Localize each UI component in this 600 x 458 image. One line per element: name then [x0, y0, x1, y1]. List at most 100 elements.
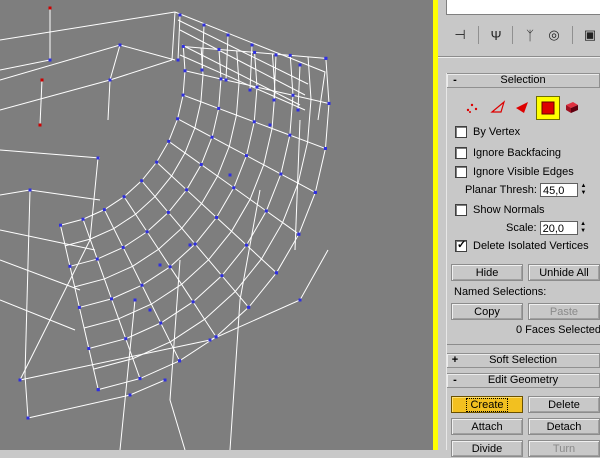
mesh-vertex	[178, 359, 182, 363]
scale-input[interactable]: 20,0	[539, 221, 578, 235]
checkbox-box[interactable]	[455, 204, 467, 216]
face-icon[interactable]	[512, 97, 532, 117]
mesh-edge	[0, 59, 173, 111]
mesh-vertex	[159, 321, 163, 325]
checkbox-box[interactable]	[455, 147, 467, 159]
mesh-edge	[179, 54, 306, 111]
mesh-edge	[225, 34, 229, 81]
mesh-vertex	[324, 56, 328, 60]
checkbox-box[interactable]	[455, 126, 467, 138]
mesh-vertex	[145, 230, 149, 234]
mesh-vertex	[191, 300, 195, 304]
by-vertex-checkbox[interactable]: By Vertex	[455, 125, 520, 139]
mesh-vertex	[168, 265, 172, 269]
create-tab[interactable]: ⊣	[448, 24, 472, 46]
mesh-vertex	[178, 13, 182, 17]
delete-button[interactable]: Delete	[528, 396, 600, 413]
element-icon[interactable]	[562, 97, 582, 117]
checkbox-label: Ignore Backfacing	[473, 147, 562, 159]
button-label: Create	[466, 398, 508, 412]
edge-icon[interactable]	[488, 97, 508, 117]
perspective-viewport[interactable]	[0, 0, 433, 450]
mesh-edge	[24, 189, 31, 419]
spinner-arrows[interactable]: ▲ ▼	[580, 221, 587, 235]
checkbox-box[interactable]	[455, 166, 467, 178]
mesh-edge	[171, 11, 176, 61]
collapse-icon: -	[453, 74, 457, 86]
checkbox-label: Ignore Visible Edges	[473, 166, 574, 178]
motion-tab[interactable]: ◎	[542, 24, 566, 46]
mesh-vertex	[323, 147, 327, 151]
copy-button[interactable]: Copy	[451, 303, 523, 320]
mesh-vertex	[166, 210, 170, 214]
mesh-vertex	[288, 53, 292, 57]
mesh-vertex	[96, 156, 100, 160]
mesh-vertex	[140, 283, 144, 287]
hide-button[interactable]: Hide	[451, 264, 523, 281]
mesh-edge	[0, 11, 176, 41]
delete-isolated-vertices-checkbox[interactable]: ✓ Delete Isolated Vertices	[455, 239, 589, 253]
show-normals-checkbox[interactable]: Show Normals	[455, 203, 545, 217]
mesh-vertex	[224, 78, 228, 82]
attach-button[interactable]: Attach	[451, 418, 523, 435]
ignore-visible-edges-checkbox[interactable]: Ignore Visible Edges	[455, 165, 574, 179]
mesh-vertex	[148, 308, 152, 312]
mesh-vertex	[163, 378, 167, 382]
mesh-vertex	[28, 188, 32, 192]
mesh-vertex	[217, 47, 221, 51]
polygon-icon[interactable]	[536, 96, 560, 120]
mesh-edge	[297, 64, 301, 111]
mesh-vertex	[248, 88, 252, 92]
edit-geometry-rollout-header[interactable]: - Edit Geometry	[446, 373, 600, 388]
planar-thresh-input[interactable]: 45,0	[539, 183, 578, 197]
checkbox-box[interactable]: ✓	[455, 239, 467, 252]
create-button[interactable]: Create	[451, 396, 523, 413]
mesh-vertex	[202, 23, 206, 27]
vertex-icon[interactable]	[462, 97, 482, 117]
divide-button[interactable]: Divide	[451, 440, 523, 457]
wireframe-mesh	[0, 6, 331, 450]
mesh-vertex	[26, 416, 30, 420]
mesh-vertex	[81, 217, 85, 221]
mesh-vertex	[121, 245, 125, 249]
paste-button[interactable]: Paste	[528, 303, 600, 320]
mesh-vertex	[327, 101, 331, 105]
mesh-vertex	[215, 215, 219, 219]
object-name-field[interactable]	[446, 0, 600, 15]
mesh-vertex	[313, 190, 317, 194]
mesh-vertex	[279, 172, 283, 176]
mesh-edge	[169, 259, 186, 450]
modify-tab[interactable]: Ψ	[484, 24, 508, 46]
mesh-edge	[83, 53, 276, 329]
hierarchy-tab[interactable]: ᛉ	[518, 24, 542, 46]
detach-button[interactable]: Detach	[528, 418, 600, 435]
mesh-edge	[119, 299, 136, 450]
mesh-vertex	[264, 209, 268, 213]
check-icon: ✓	[457, 239, 467, 251]
unhide-all-button[interactable]: Unhide All	[528, 264, 600, 281]
mesh-vertex	[68, 264, 72, 268]
mesh-edge	[74, 50, 240, 288]
mesh-vertex	[167, 139, 171, 143]
ignore-backfacing-checkbox[interactable]: Ignore Backfacing	[455, 146, 561, 160]
mesh-vertex	[208, 338, 212, 342]
mesh-vertex	[232, 186, 236, 190]
mesh-vertex	[87, 347, 91, 351]
mesh-vertex	[96, 388, 100, 392]
selection-status: 0 Faces Selected	[516, 324, 600, 336]
mesh-vertex	[185, 188, 189, 192]
turn-button[interactable]: Turn	[528, 440, 600, 457]
mesh-edge	[0, 299, 76, 331]
mesh-vertex	[250, 43, 254, 47]
mesh-vertex	[228, 173, 232, 177]
mesh-vertex	[102, 208, 106, 212]
display-tab[interactable]: ▣	[578, 24, 600, 46]
spinner-arrows[interactable]: ▲ ▼	[580, 183, 587, 197]
soft-selection-rollout-header[interactable]: + Soft Selection	[446, 353, 600, 368]
motion-icon: ◎	[548, 27, 560, 42]
mesh-vertex	[252, 120, 256, 124]
selection-rollout-header[interactable]: - Selection	[446, 73, 600, 88]
mesh-vertex	[188, 243, 192, 247]
mesh-vertex	[210, 135, 214, 139]
mesh-vertex	[291, 93, 295, 97]
